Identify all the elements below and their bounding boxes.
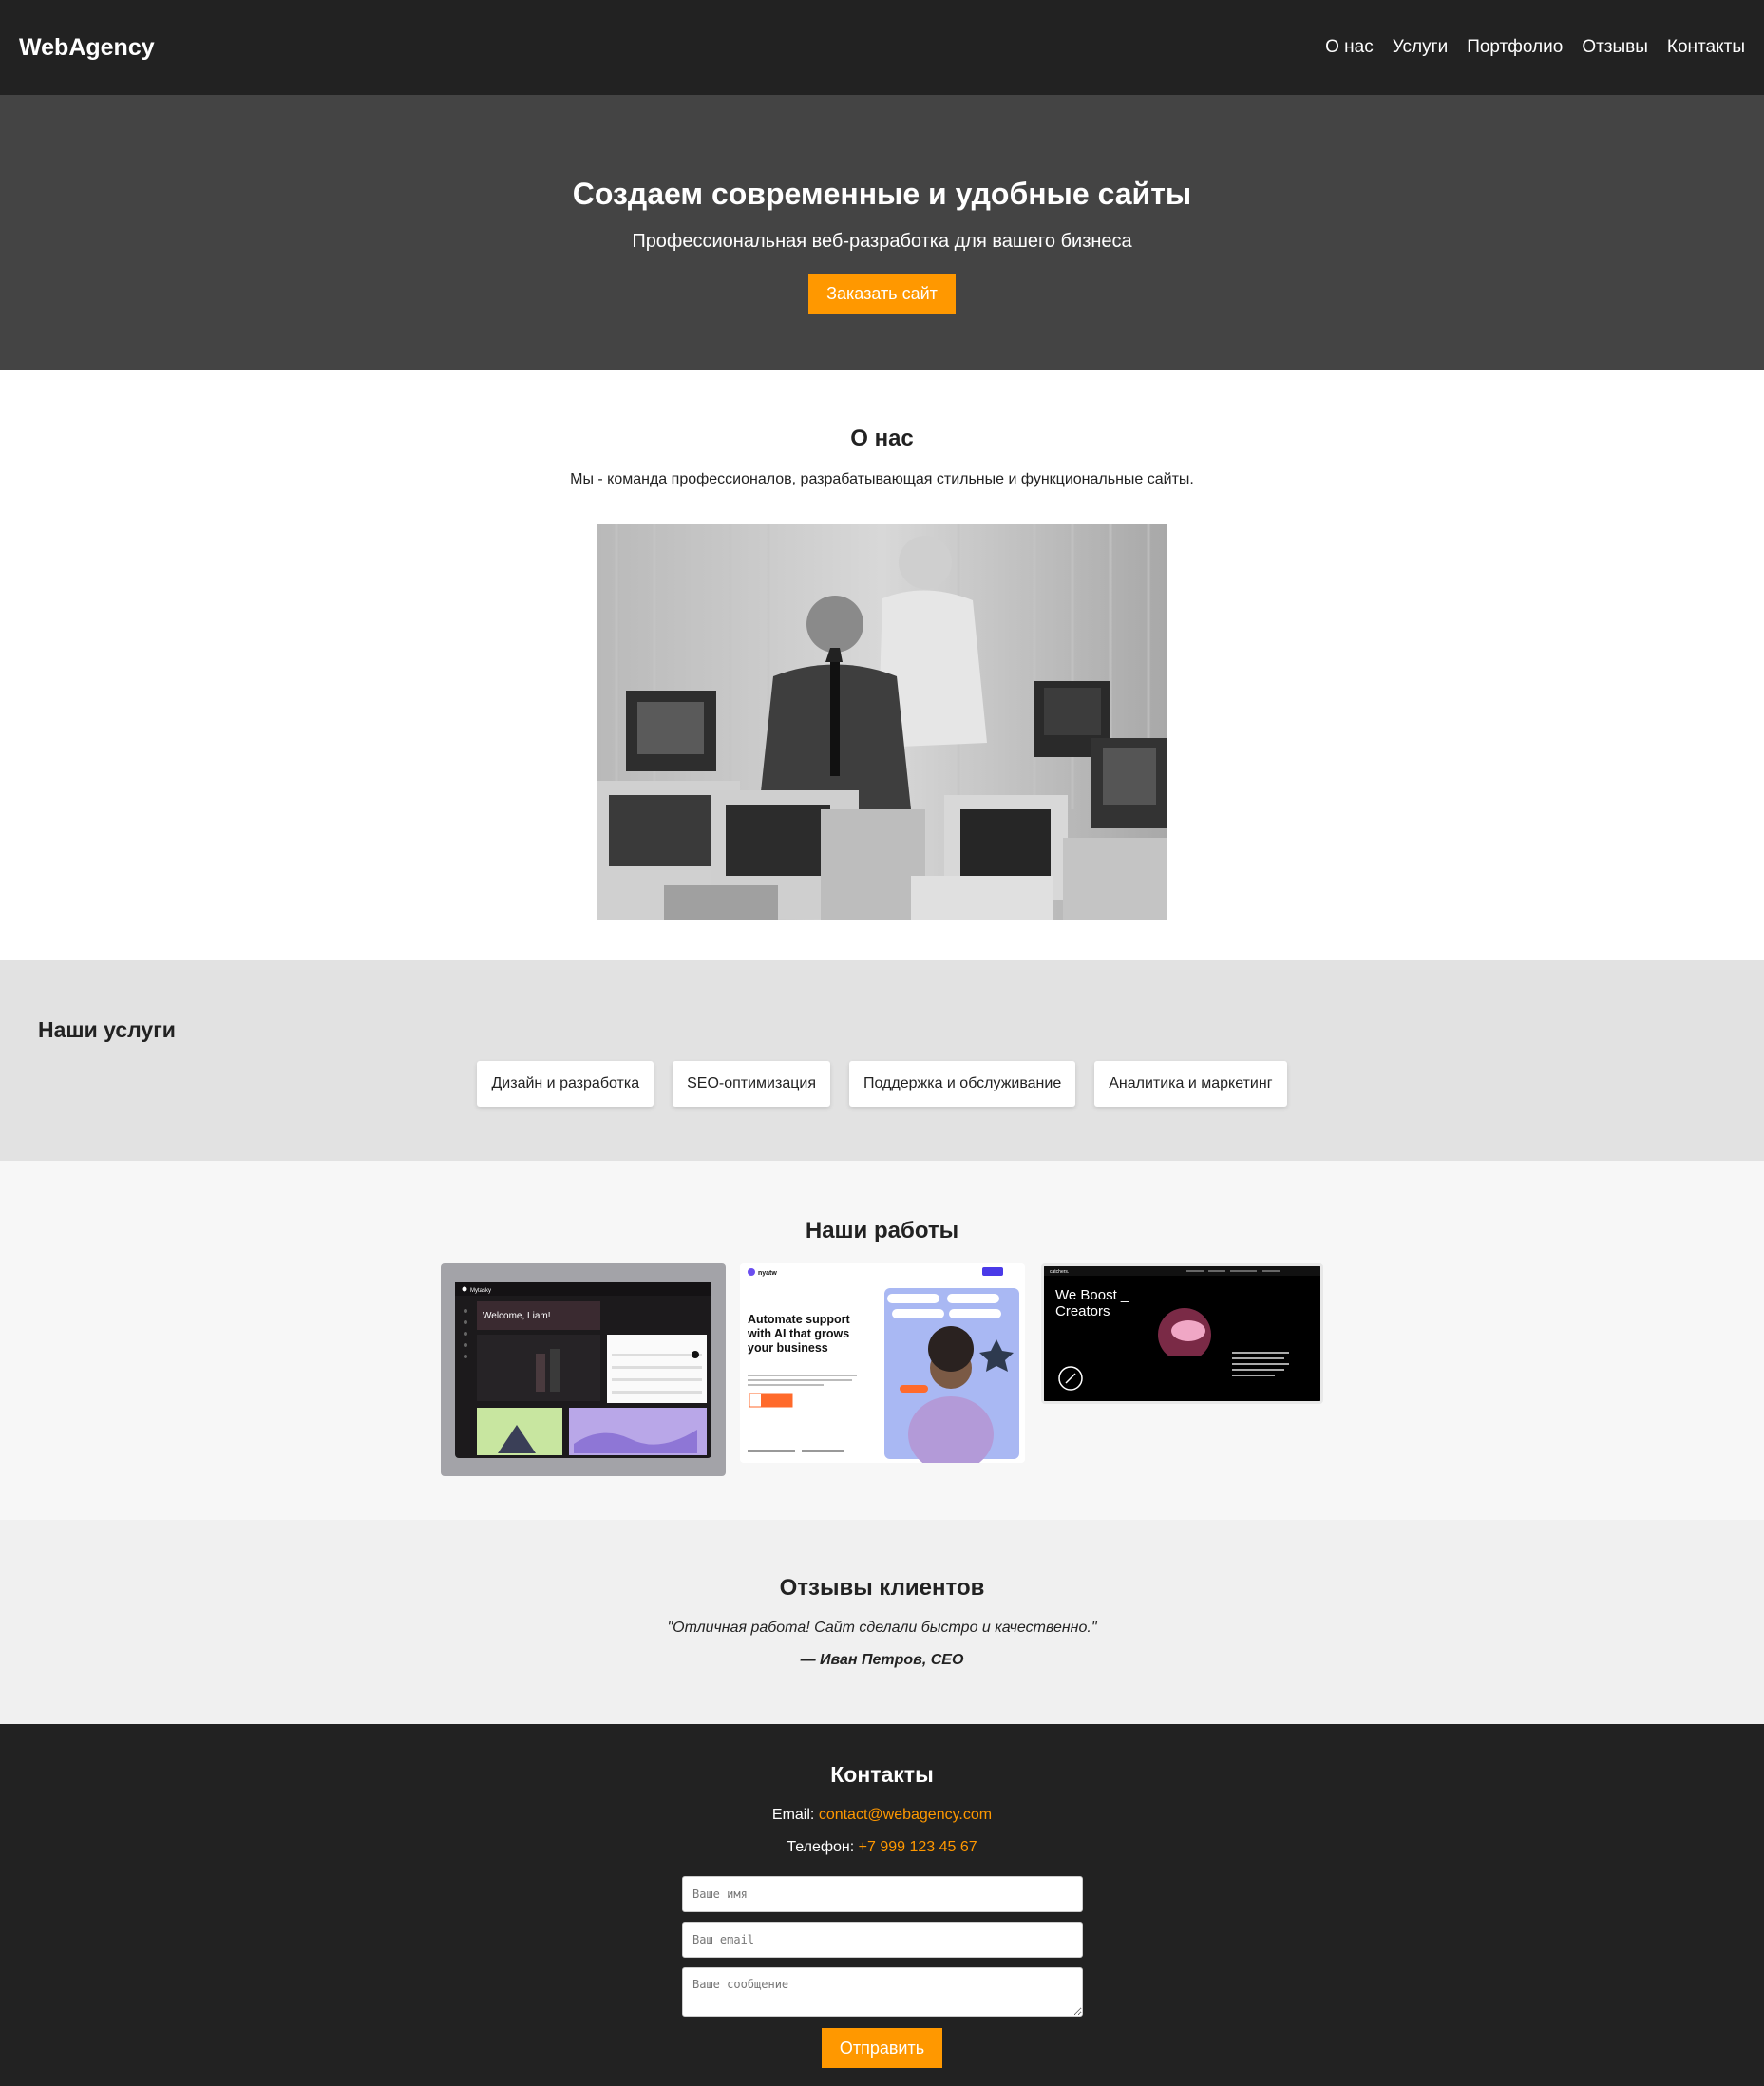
work2-brand: nyatw [758,1270,777,1277]
review-quote: "Отличная работа! Сайт сделали быстро и … [667,1620,1097,1636]
service-card-seo[interactable]: SEO-оптимизация [673,1061,830,1107]
about-section: О нас Мы - команда профессионалов, разра… [0,370,1764,960]
services-list: Дизайн и разработка SEO-оптимизация Подд… [0,1061,1764,1107]
name-field[interactable] [682,1876,1083,1912]
service-card-support[interactable]: Поддержка и обслуживание [849,1061,1076,1107]
service-card-design[interactable]: Дизайн и разработка [477,1061,654,1107]
site-header: WebAgency О нас Услуги Портфолио Отзывы … [0,0,1764,95]
message-field[interactable] [682,1967,1083,2017]
email-field[interactable] [682,1922,1083,1958]
portfolio-section: Наши работы Mytasky Welcome, Liam! nyatw [0,1161,1764,1520]
service-card-analytics[interactable]: Аналитика и маркетинг [1094,1061,1287,1107]
portfolio-item-dashboard[interactable]: Mytasky Welcome, Liam! [441,1263,726,1476]
contacts-title: Контакты [830,1762,934,1787]
logo[interactable]: WebAgency [19,34,155,62]
nav-link-reviews[interactable]: Отзывы [1582,37,1648,58]
services-section: Наши услуги Дизайн и разработка SEO-опти… [0,960,1764,1161]
email-link[interactable]: contact@webagency.com [819,1807,992,1823]
nav-link-contacts[interactable]: Контакты [1667,37,1745,58]
nav-link-about[interactable]: О нас [1325,37,1374,58]
about-title: О нас [850,426,914,451]
work2-heading: Automate support with AI that grows your… [748,1313,850,1355]
hero-subtitle: Профессиональная веб-разработка для ваше… [632,231,1132,252]
work3-brand: catchers. [1050,1269,1069,1275]
reviews-title: Отзывы клиентов [779,1575,985,1601]
nav-link-services[interactable]: Услуги [1393,37,1448,58]
email-label: Email: [771,1807,819,1823]
team-photo [597,524,1167,920]
phone-link[interactable]: +7 999 123 45 67 [859,1839,977,1855]
submit-button[interactable]: Отправить [822,2028,942,2068]
nav-link-portfolio[interactable]: Портфолио [1467,37,1563,58]
contacts-section: Контакты Email: contact@webagency.com Те… [0,1724,1764,2086]
work3-heading: We Boost _ Creators [1055,1287,1129,1319]
contact-email-line: Email: contact@webagency.com [0,1807,1764,1824]
main-nav: О нас Услуги Портфолио Отзывы Контакты [1325,37,1745,58]
review-author: — Иван Петров, CEO [800,1652,964,1668]
about-text: Мы - команда профессионалов, разрабатыва… [570,471,1194,487]
work1-brand: Mytasky [470,1288,491,1294]
services-title: Наши услуги [38,1017,176,1042]
reviews-section: Отзывы клиентов "Отличная работа! Сайт с… [0,1520,1764,1724]
phone-label: Телефон: [787,1839,859,1855]
hero-title: Создаем современные и удобные сайты [572,177,1192,211]
portfolio-item-ai-support[interactable]: nyatw Automate support with AI that grow… [740,1263,1025,1463]
order-site-button[interactable]: Заказать сайт [808,274,956,314]
portfolio-item-creators[interactable]: catchers. We Boost _ Creators [1041,1263,1323,1404]
contact-phone-line: Телефон: +7 999 123 45 67 [0,1839,1764,1856]
work1-heading: Welcome, Liam! [483,1311,551,1321]
hero-section: Создаем современные и удобные сайты Проф… [0,95,1764,370]
portfolio-title: Наши работы [805,1218,959,1243]
